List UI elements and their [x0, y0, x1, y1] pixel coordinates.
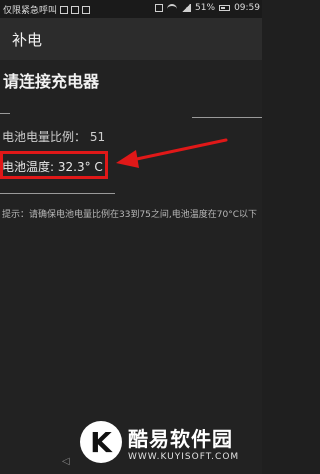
watermark-url: WWW.KUYISOFT.COM [128, 451, 240, 462]
battery-level-value: 51 [89, 130, 106, 144]
battery-icon [219, 5, 231, 11]
watermark-text: 酷易软件园 WWW.KUYISOFT.COM [128, 423, 239, 462]
clock-text: 09:59 [234, 3, 260, 13]
highlight-box [0, 151, 108, 179]
page-heading: 请连接充电器 [3, 72, 100, 91]
watermark-logo: K [80, 421, 122, 463]
notification-icon [71, 5, 80, 14]
status-left: 仅限紧急呼叫 [3, 3, 91, 16]
tip-text: 提示：请确保电池电量比例在33到75之间,电池温度在70°C以下 [2, 210, 258, 220]
notification-icon [60, 5, 69, 14]
divider-bottom [0, 193, 115, 194]
back-nav-icon[interactable]: ◁ [62, 456, 70, 467]
screen: 仅限紧急呼叫 51% 09:59 补电 请连接充电器 电池电量比例： 51 电池… [0, 0, 262, 474]
notification-icon [82, 5, 91, 14]
nfc-icon [155, 4, 164, 12]
wifi-icon [167, 4, 178, 12]
status-right: 51% 09:59 [155, 3, 260, 13]
app-bar: 补电 [0, 18, 262, 60]
carrier-text: 仅限紧急呼叫 [3, 6, 58, 16]
divider-top-right [192, 117, 262, 118]
battery-level-row: 电池电量比例： 51 [2, 128, 105, 145]
battery-percent: 51% [195, 3, 216, 13]
divider-top [0, 113, 10, 114]
status-bar: 仅限紧急呼叫 51% 09:59 [0, 0, 262, 18]
watermark-title: 酷易软件园 [128, 426, 233, 451]
app-title: 补电 [12, 30, 43, 49]
signal-icon [181, 4, 192, 12]
battery-level-label: 电池电量比例： [2, 130, 87, 144]
watermark: K 酷易软件园 WWW.KUYISOFT.COM [76, 410, 262, 474]
